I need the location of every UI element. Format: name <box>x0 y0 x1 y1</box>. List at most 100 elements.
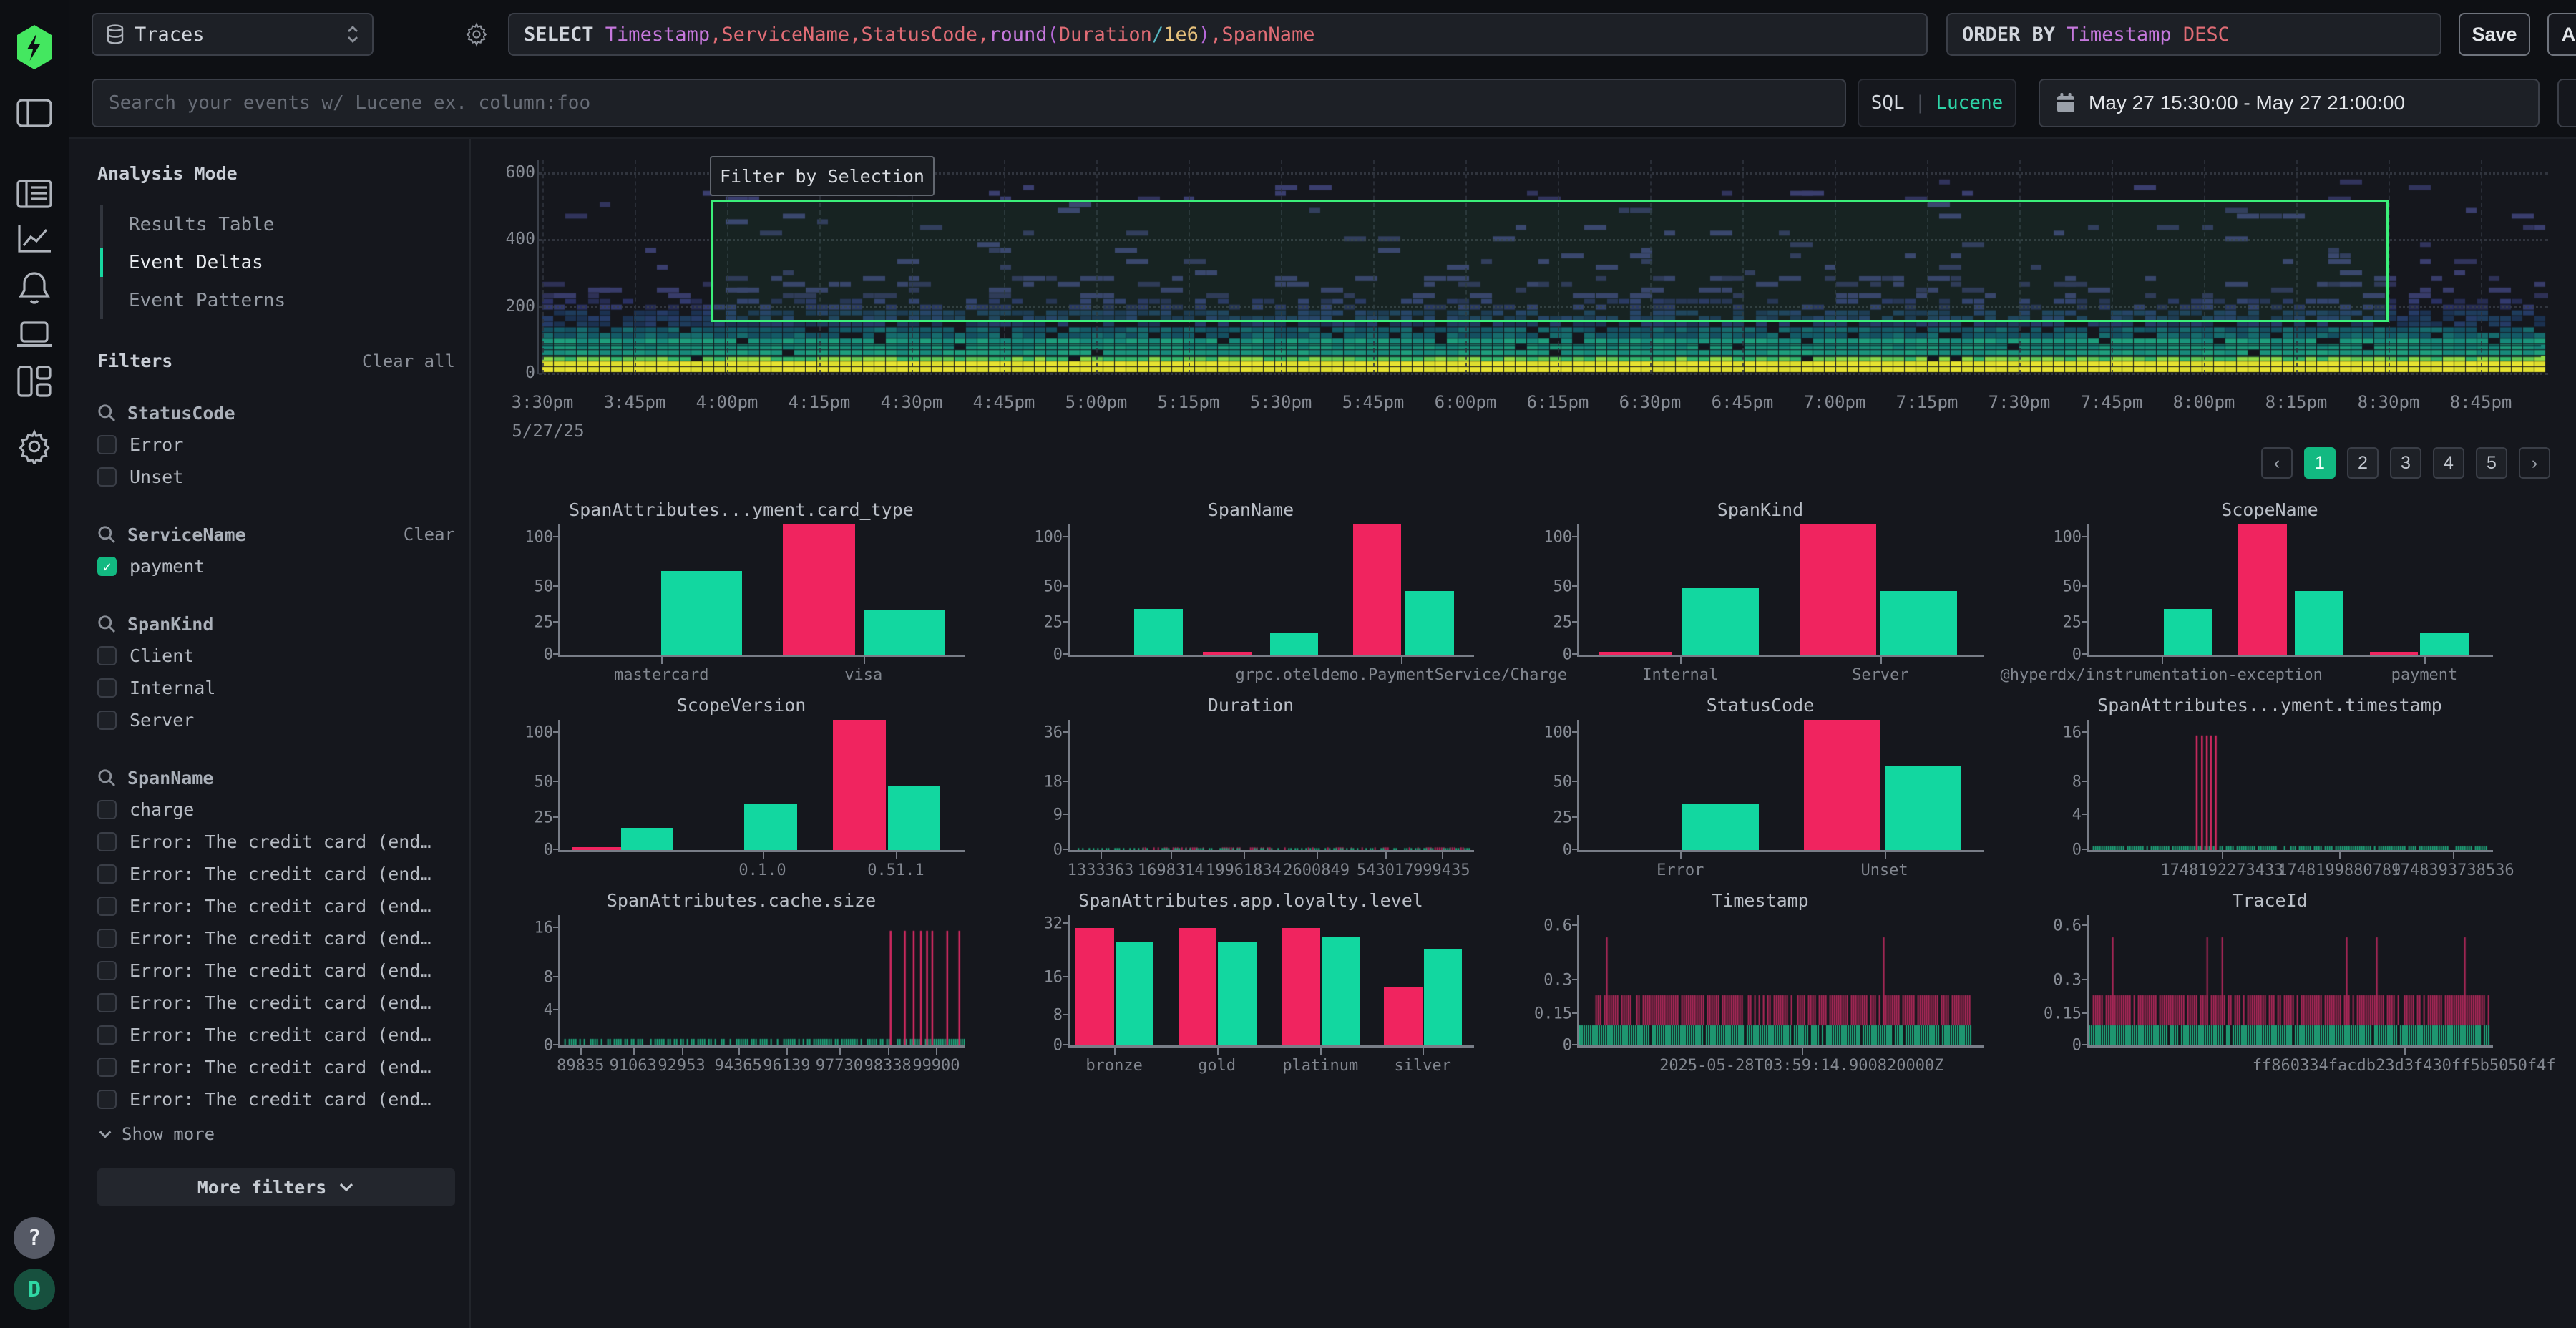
query-language-toggle[interactable]: SQL | Lucene <box>1858 79 2016 127</box>
mini-chart-plot[interactable]: 321680bronzegoldplatinumsilver <box>1068 915 1474 1048</box>
page-button-4[interactable]: 4 <box>2433 447 2464 479</box>
filter-checkbox-row[interactable]: ✓payment <box>97 550 455 582</box>
analysis-mode-event-deltas[interactable]: Event Deltas <box>103 243 455 281</box>
filter-by-selection-tooltip[interactable]: Filter by Selection <box>710 156 935 196</box>
mini-chart-plot[interactable]: 10050250@hyperdx/instrumentation-excepti… <box>2087 524 2493 657</box>
chart-explorer-icon[interactable] <box>0 220 69 260</box>
analysis-mode-event-patterns[interactable]: Event Patterns <box>103 281 455 319</box>
filter-checkbox-row[interactable]: Error: The credit card (end… <box>97 858 455 890</box>
filter-checkbox-row[interactable]: Error: The credit card (end… <box>97 987 455 1019</box>
selection-region[interactable] <box>711 200 2389 322</box>
filter-checkbox-row[interactable]: Error: The credit card (end… <box>97 954 455 987</box>
checkbox-unchecked[interactable] <box>97 646 117 665</box>
mini-chart-plot[interactable]: 10050250InternalServer <box>1577 524 1984 657</box>
alerts-button[interactable]: Alerts <box>2547 13 2576 56</box>
hyperdx-logo[interactable] <box>0 24 69 70</box>
x-tick-mark <box>763 852 764 859</box>
select-query-input[interactable]: SELECT Timestamp,ServiceName,StatusCode,… <box>508 13 1928 56</box>
y-tick-mark <box>1572 536 1579 537</box>
mini-chart-spanname: SpanName10050250grpc.oteldemo.PaymentSer… <box>1022 499 1531 695</box>
mini-chart-plot[interactable]: 3618901333363169831419961834260084954301… <box>1068 720 1474 852</box>
mini-chart-plot[interactable]: 1684089835910639295394365961399773098338… <box>558 915 965 1048</box>
filter-checkbox-row[interactable]: Client <box>97 640 455 672</box>
checkbox-unchecked[interactable] <box>97 1058 117 1077</box>
y-tick-mark <box>1063 849 1070 850</box>
left-icon-rail: ? D <box>0 0 69 1328</box>
y-tick-mark <box>1572 1044 1579 1045</box>
mini-chart-spanattributes-app-loyalty-level: SpanAttributes.app.loyalty.level321680br… <box>1022 890 1531 1085</box>
checkbox-unchecked[interactable] <box>97 435 117 454</box>
checkbox-unchecked[interactable] <box>97 929 117 948</box>
y-tick-mark <box>1063 621 1070 622</box>
filter-checkbox-row[interactable]: Error: The credit card (end… <box>97 1051 455 1083</box>
checkbox-unchecked[interactable] <box>97 711 117 730</box>
sql-toggle[interactable]: SQL <box>1871 92 1905 114</box>
filter-checkbox-row[interactable]: Error: The credit card (end… <box>97 1083 455 1115</box>
page-next-button[interactable]: › <box>2519 447 2550 479</box>
mini-chart-plot[interactable]: 1684017481922734331748199880789174839373… <box>2087 720 2493 852</box>
help-button[interactable]: ? <box>0 1216 69 1259</box>
checkbox-unchecked[interactable] <box>97 1025 117 1045</box>
filter-checkbox-row[interactable]: Error: The credit card (end… <box>97 1019 455 1051</box>
checkbox-checked[interactable]: ✓ <box>97 557 117 576</box>
y-tick-mark <box>2082 781 2089 782</box>
mini-chart-plot[interactable]: 10050250mastercardvisa <box>558 524 965 657</box>
y-tick-label: 0 <box>544 841 553 859</box>
mini-chart-plot[interactable]: 100502500.1.00.51.1 <box>558 720 965 852</box>
checkbox-unchecked[interactable] <box>97 993 117 1012</box>
dashboards-icon[interactable] <box>0 361 69 401</box>
search-input[interactable] <box>92 79 1846 127</box>
source-select[interactable]: Traces <box>92 13 374 56</box>
more-filters-button[interactable]: More filters <box>97 1168 455 1206</box>
filter-checkbox-row[interactable]: charge <box>97 794 455 826</box>
y-tick-label: 16 <box>535 919 554 937</box>
search-icon <box>97 525 116 544</box>
mini-chart-plot[interactable]: 0.60.30.150ff860334facdb23d3f430ff5b5050… <box>2087 915 2493 1048</box>
filter-checkbox-row[interactable]: Error: The credit card (end… <box>97 922 455 954</box>
page-button-5[interactable]: 5 <box>2476 447 2507 479</box>
filter-checkbox-row[interactable]: Unset <box>97 461 455 493</box>
checkbox-unchecked[interactable] <box>97 864 117 884</box>
mini-chart-plot[interactable]: 10050250ErrorUnset <box>1577 720 1984 852</box>
user-avatar[interactable]: D <box>0 1268 69 1311</box>
filter-checkbox-row[interactable]: Internal <box>97 672 455 704</box>
checkbox-unchecked[interactable] <box>97 832 117 851</box>
checkbox-unchecked[interactable] <box>97 897 117 916</box>
sidebar-toggle-icon[interactable] <box>0 93 69 133</box>
mini-chart-plot[interactable]: 10050250grpc.oteldemo.PaymentService/Cha… <box>1068 524 1474 657</box>
checkbox-unchecked[interactable] <box>97 800 117 819</box>
analysis-mode-results-table[interactable]: Results Table <box>103 205 455 243</box>
filter-checkbox-row[interactable]: Server <box>97 704 455 736</box>
page-button-1[interactable]: 1 <box>2304 447 2336 479</box>
distribution-strip-canvas <box>1579 915 1984 1045</box>
save-button[interactable]: Save <box>2459 13 2530 56</box>
mini-chart-plot[interactable]: 0.60.30.1502025-05-28T03:59:14.900820000… <box>1577 915 1984 1048</box>
y-tick-mark <box>1063 976 1070 977</box>
sessions-laptop-icon[interactable] <box>0 315 69 355</box>
checkbox-unchecked[interactable] <box>97 961 117 980</box>
query-settings-gear[interactable] <box>455 13 498 56</box>
orderby-input[interactable]: ORDER BY Timestamp DESC <box>1946 13 2441 56</box>
page-prev-button[interactable]: ‹ <box>2261 447 2293 479</box>
checkbox-unchecked[interactable] <box>97 678 117 698</box>
settings-gear-icon[interactable] <box>0 426 69 467</box>
outlier-bar <box>2238 524 2287 655</box>
v-gridline <box>2481 160 2482 374</box>
y-tick-mark <box>1063 1014 1070 1015</box>
checkbox-unchecked[interactable] <box>97 1090 117 1109</box>
checkbox-unchecked[interactable] <box>97 467 117 487</box>
run-query-button[interactable]: ▷ <box>2557 79 2576 127</box>
filter-checkbox-row[interactable]: Error: The credit card (end… <box>97 826 455 858</box>
filter-checkbox-row[interactable]: Error <box>97 429 455 461</box>
search-events-icon[interactable] <box>0 174 69 214</box>
lucene-toggle[interactable]: Lucene <box>1936 92 2003 114</box>
clear-all-link[interactable]: Clear all <box>362 351 455 371</box>
inlier-bar <box>1424 949 1463 1045</box>
show-more-link[interactable]: Show more <box>97 1124 455 1144</box>
page-button-3[interactable]: 3 <box>2390 447 2421 479</box>
page-button-2[interactable]: 2 <box>2347 447 2379 479</box>
clear-link[interactable]: Clear <box>404 524 455 545</box>
alerts-bell-icon[interactable] <box>0 268 69 308</box>
date-range-picker[interactable]: May 27 15:30:00 - May 27 21:00:00 <box>2039 79 2540 127</box>
filter-checkbox-row[interactable]: Error: The credit card (end… <box>97 890 455 922</box>
